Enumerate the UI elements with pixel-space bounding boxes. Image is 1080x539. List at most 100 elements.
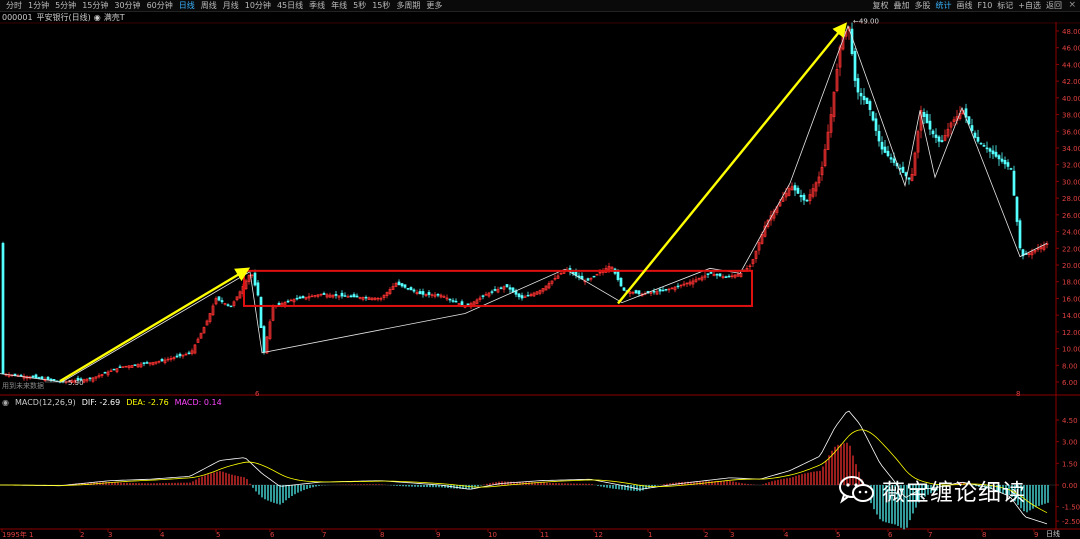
candle-body bbox=[874, 118, 878, 131]
price-tick-label: 14.00 bbox=[1062, 312, 1080, 320]
price-tick-label: 32.00 bbox=[1062, 162, 1080, 170]
candle-body bbox=[52, 379, 56, 381]
macd-tick-label: -2.50 bbox=[1062, 518, 1080, 526]
time-axis-label: 11 bbox=[540, 531, 549, 539]
candle-body bbox=[217, 296, 221, 301]
candle-body bbox=[31, 375, 35, 378]
candle-body bbox=[859, 92, 863, 97]
price-tick-label: 38.00 bbox=[1062, 112, 1080, 120]
candle-body bbox=[934, 134, 938, 138]
candle-body bbox=[970, 125, 974, 131]
candle-body bbox=[142, 362, 146, 364]
candle-body bbox=[652, 290, 656, 293]
price-tick-label: 26.00 bbox=[1062, 212, 1080, 220]
price-tick-label: 6.00 bbox=[1062, 379, 1078, 387]
price-tick-label: 24.00 bbox=[1062, 229, 1080, 237]
segment-mark-left: 6 bbox=[255, 390, 260, 398]
candle-body bbox=[862, 95, 866, 101]
time-axis-label: 4 bbox=[160, 531, 165, 539]
candle-body bbox=[871, 111, 875, 121]
price-tick-label: 22.00 bbox=[1062, 245, 1080, 253]
candle-body bbox=[634, 290, 638, 294]
candle-body bbox=[676, 285, 680, 288]
candle-body bbox=[1006, 162, 1010, 167]
candle-body bbox=[460, 301, 464, 306]
candle-body bbox=[892, 158, 896, 163]
candle-body bbox=[967, 116, 971, 125]
time-axis-label: 9 bbox=[436, 531, 440, 539]
future-data-note: 用到未来数据 bbox=[2, 381, 44, 390]
price-tick-label: 34.00 bbox=[1062, 145, 1080, 153]
candle-body bbox=[1018, 220, 1022, 249]
candle-body bbox=[868, 101, 872, 111]
candle-body bbox=[709, 271, 713, 274]
candle-body bbox=[886, 150, 890, 157]
candle-body bbox=[13, 373, 17, 376]
candle-body bbox=[724, 276, 728, 278]
candle-body bbox=[988, 148, 992, 152]
uptrend-arrow-2 bbox=[617, 22, 848, 305]
candle-body bbox=[586, 278, 590, 281]
high-price-label: ←49.00 bbox=[853, 17, 879, 25]
candle-body bbox=[997, 155, 1001, 160]
candle-body bbox=[295, 297, 299, 300]
candle-body bbox=[256, 282, 260, 296]
macd-tick-label: 4.50 bbox=[1062, 417, 1078, 425]
candle-body bbox=[1000, 158, 1004, 162]
candle-body bbox=[355, 295, 359, 298]
candle-body bbox=[334, 294, 338, 296]
price-tick-label: 46.00 bbox=[1062, 45, 1080, 53]
candle-body bbox=[262, 326, 266, 353]
candle-body bbox=[403, 284, 407, 288]
candle-body bbox=[397, 281, 401, 286]
candle-body bbox=[88, 377, 92, 380]
candle-body bbox=[619, 277, 623, 287]
time-axis-label: 10 bbox=[488, 531, 497, 539]
candle-body bbox=[727, 275, 731, 278]
candle-body bbox=[1003, 160, 1007, 165]
time-axis-label: 9 bbox=[1034, 531, 1038, 539]
time-axis-label: 5 bbox=[216, 531, 220, 539]
candle-body bbox=[658, 289, 662, 292]
price-tick-label: 28.00 bbox=[1062, 195, 1080, 203]
candle-body bbox=[340, 292, 344, 297]
candle-body bbox=[175, 355, 179, 358]
candle-body bbox=[226, 304, 230, 306]
wechat-icon bbox=[839, 476, 874, 504]
candle-body bbox=[409, 287, 413, 291]
candle-body bbox=[901, 166, 905, 173]
candle-body bbox=[220, 300, 224, 303]
candle-body bbox=[349, 295, 353, 298]
price-tick-label: 30.00 bbox=[1062, 178, 1080, 186]
candle-body bbox=[865, 97, 869, 104]
bottom-period-tab[interactable]: 日线 bbox=[1046, 529, 1060, 539]
candle-body bbox=[973, 132, 977, 138]
candle-body bbox=[253, 272, 257, 286]
candle-body bbox=[937, 136, 941, 142]
candle-body bbox=[517, 293, 521, 298]
candle-body bbox=[1, 242, 5, 375]
price-tick-label: 12.00 bbox=[1062, 329, 1080, 337]
candle-body bbox=[715, 273, 719, 276]
time-axis-label: 2 bbox=[80, 531, 84, 539]
candle-body bbox=[505, 284, 509, 288]
candle-body bbox=[853, 50, 857, 81]
candle-body bbox=[490, 291, 494, 293]
candle-body bbox=[343, 295, 347, 297]
candle-body bbox=[526, 294, 530, 297]
candle-body bbox=[877, 130, 881, 142]
candle-body bbox=[118, 366, 122, 369]
candle-body bbox=[421, 291, 425, 295]
candle-body bbox=[19, 374, 23, 377]
candle-body bbox=[406, 288, 410, 290]
candle-body bbox=[1012, 170, 1016, 196]
candle-body bbox=[499, 287, 503, 289]
macd-tick-label: 1.50 bbox=[1062, 460, 1078, 468]
candle-body bbox=[427, 292, 431, 295]
time-axis-label: 3 bbox=[108, 531, 112, 539]
candle-body bbox=[400, 283, 404, 287]
kline-chart[interactable]: 48.0046.0044.0042.0040.0038.0036.0034.00… bbox=[0, 0, 1080, 539]
time-axis-label: 1995年 1 bbox=[2, 530, 34, 539]
candle-body bbox=[616, 270, 620, 280]
candle-body bbox=[1009, 168, 1013, 170]
